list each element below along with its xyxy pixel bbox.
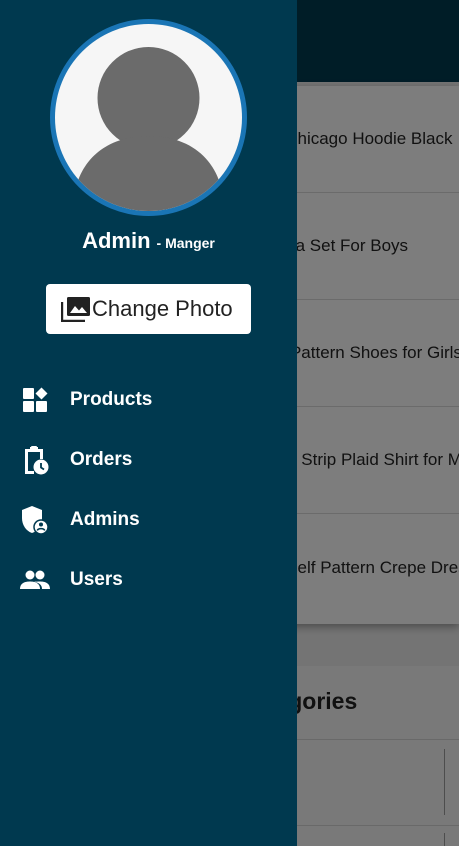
admin-panel-icon (20, 505, 50, 535)
admin-identity: Admin - Manger (0, 228, 297, 254)
nav-item-label: Orders (70, 449, 133, 470)
change-photo-button[interactable]: Change Photo (46, 284, 251, 334)
avatar[interactable] (50, 19, 247, 216)
people-icon (20, 565, 50, 595)
nav-item-label: Users (70, 569, 123, 590)
nav-item-admins[interactable]: Admins (0, 490, 297, 550)
admin-role: - Manger (156, 235, 215, 251)
nav-item-products[interactable]: Products (0, 370, 297, 430)
admin-name: Admin (82, 228, 151, 253)
navigation-drawer: Admin - Manger Change Photo Products Ord… (0, 0, 297, 846)
nav-item-orders[interactable]: Orders (0, 430, 297, 490)
drawer-nav: Products Orders Admins Users (0, 370, 297, 610)
nav-item-users[interactable]: Users (0, 550, 297, 610)
nav-item-label: Admins (70, 509, 140, 530)
photo-library-icon (61, 296, 91, 322)
dashboard-customize-icon (20, 385, 50, 415)
person-placeholder-icon (55, 24, 242, 211)
change-photo-label: Change Photo (92, 296, 233, 321)
nav-item-label: Products (70, 389, 153, 410)
pending-actions-icon (20, 445, 50, 475)
